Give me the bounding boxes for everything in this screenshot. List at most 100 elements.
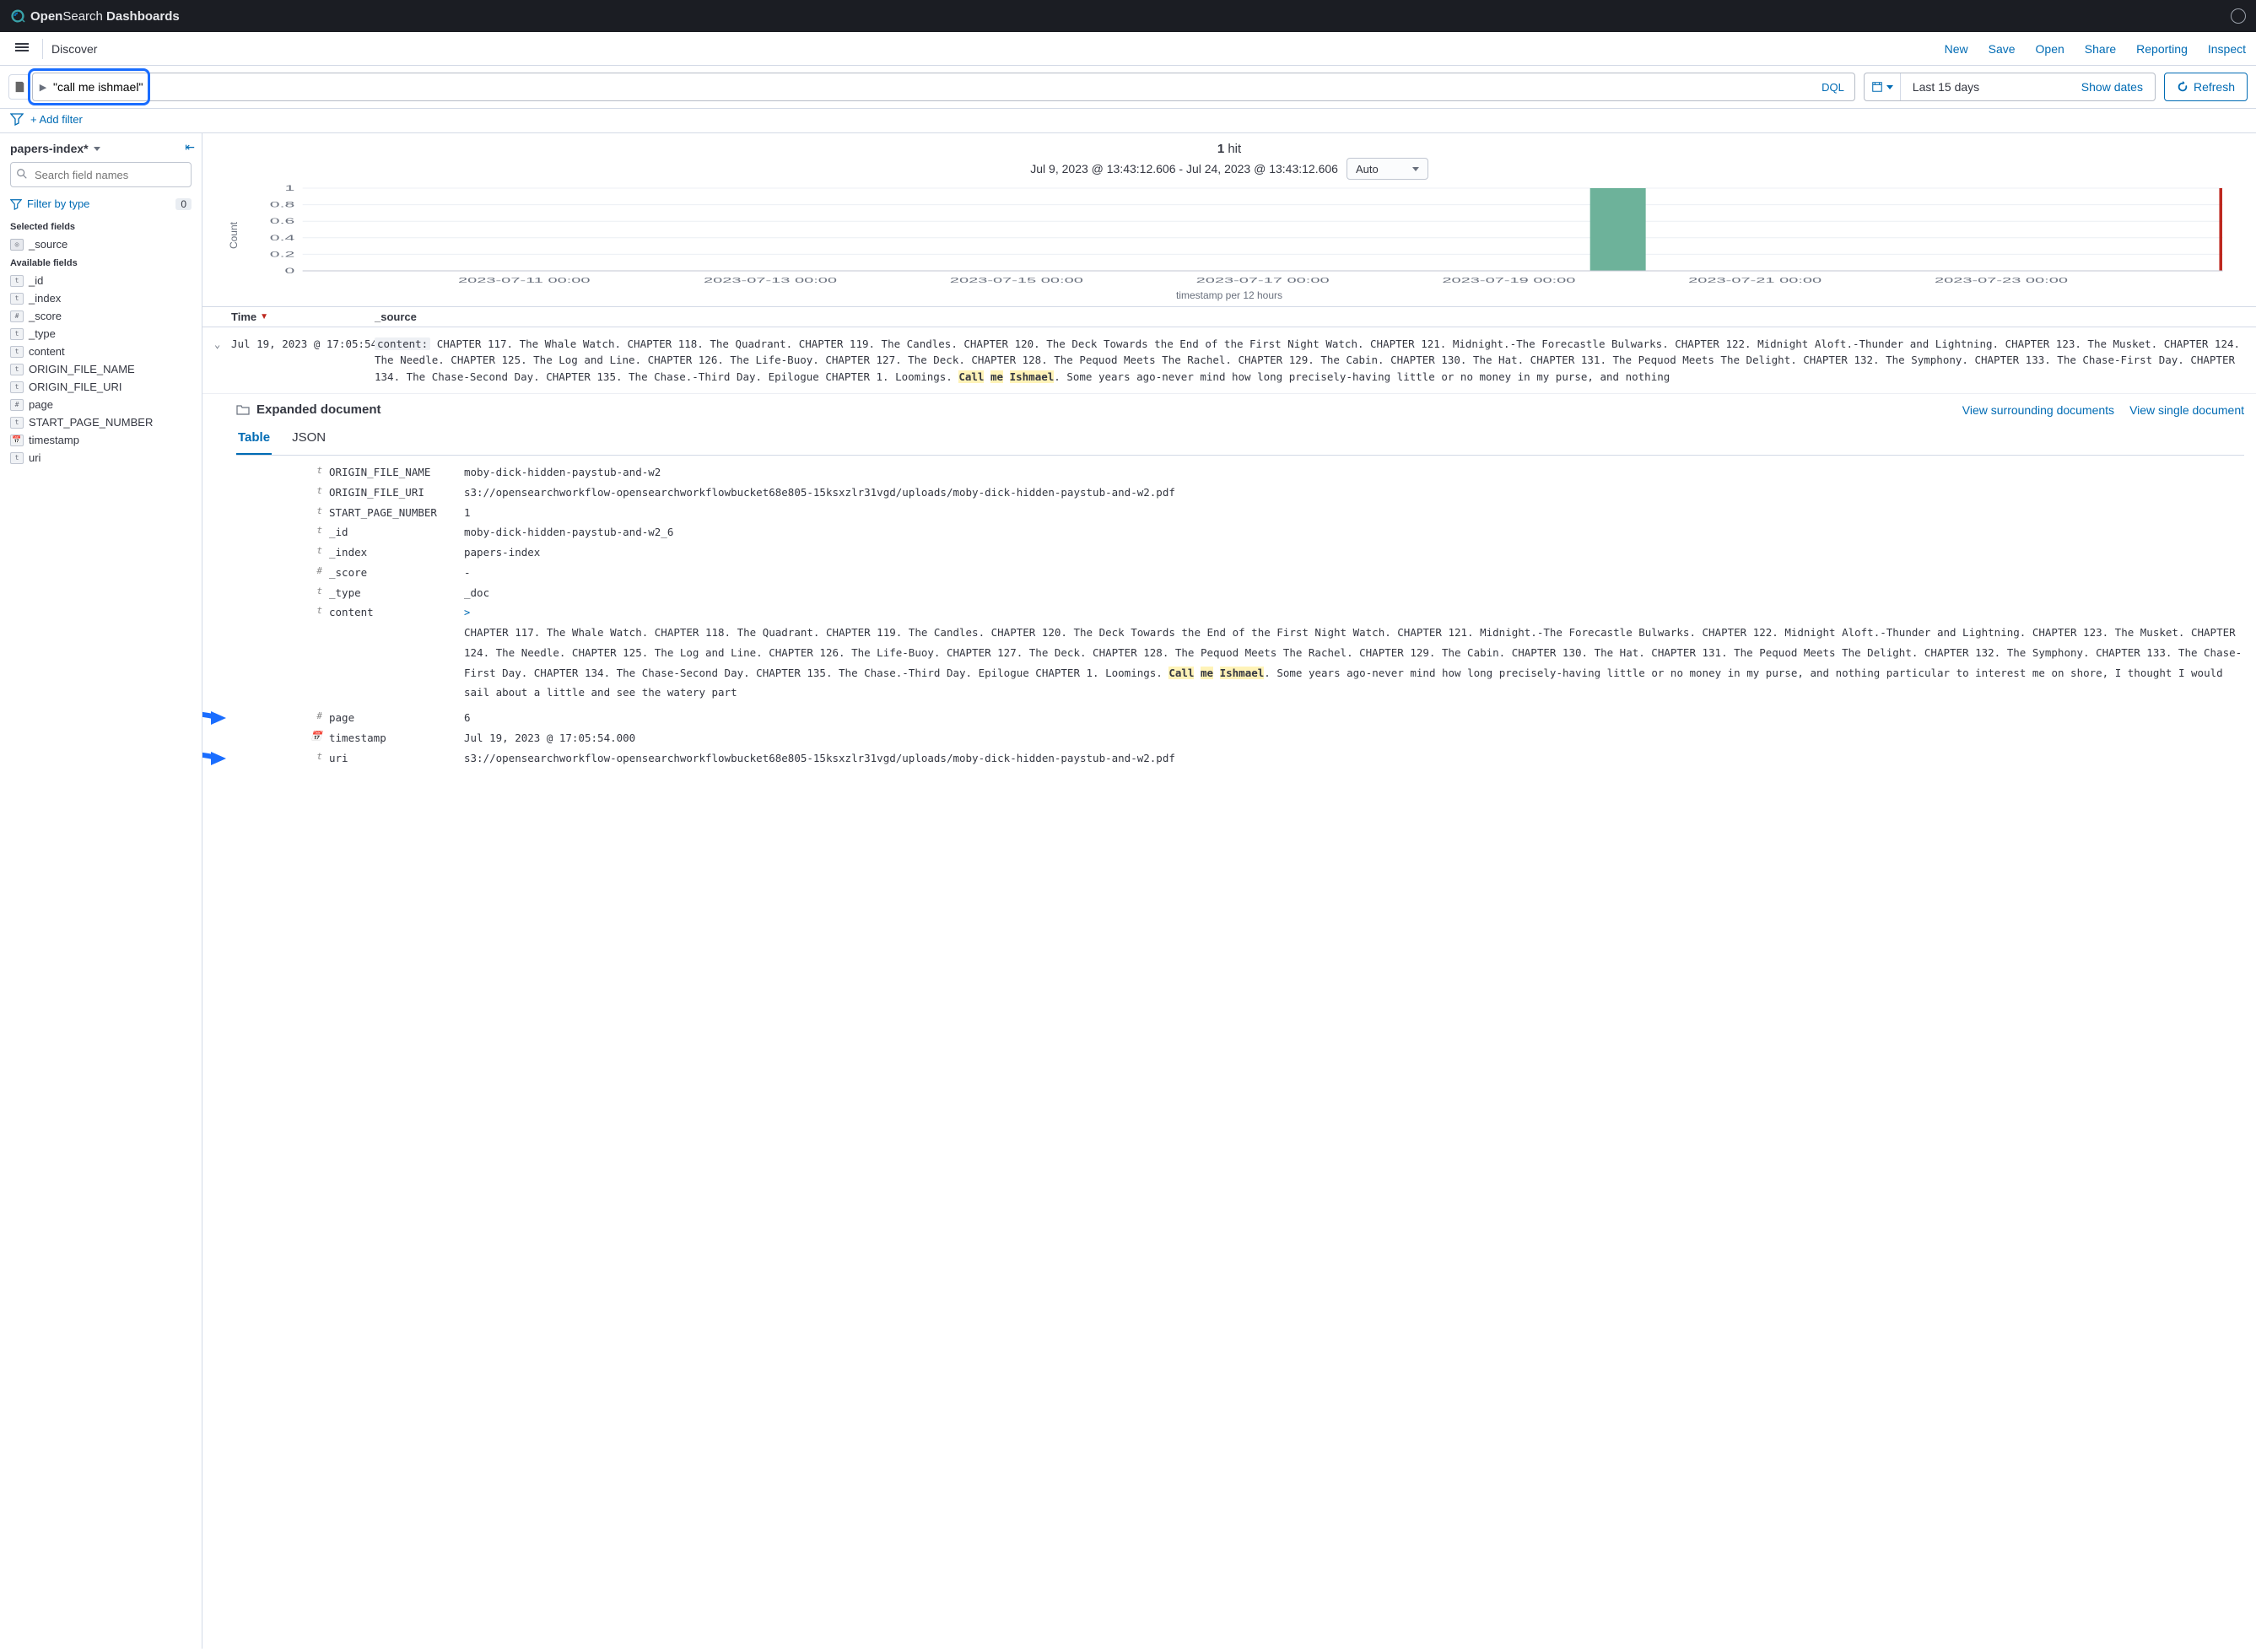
- field-row: tORIGIN_FILE_URIs3://opensearchworkflow-…: [236, 483, 2244, 503]
- field-type-icon: #: [10, 399, 24, 411]
- field-value: papers-index: [464, 543, 2244, 563]
- field-item[interactable]: 📅timestamp: [10, 431, 192, 449]
- field-item[interactable]: t_id: [10, 272, 192, 289]
- index-pattern-picker[interactable]: papers-index*: [10, 142, 192, 155]
- field-value: s3://opensearchworkflow-opensearchworkfl…: [464, 748, 2244, 769]
- field-value: 1: [464, 503, 2244, 523]
- hamburger-icon: [15, 41, 29, 53]
- new-link[interactable]: New: [1945, 42, 1968, 56]
- x-axis-label: timestamp per 12 hours: [202, 289, 2256, 301]
- interval-select[interactable]: Auto: [1347, 158, 1428, 180]
- svg-text:2023-07-13 00:00: 2023-07-13 00:00: [704, 277, 837, 284]
- date-range-display[interactable]: Last 15 days: [1901, 80, 2070, 94]
- field-type-label: t: [236, 748, 329, 769]
- field-search-input[interactable]: [10, 162, 192, 187]
- field-name: _source: [29, 238, 67, 251]
- svg-text:2023-07-19 00:00: 2023-07-19 00:00: [1442, 277, 1575, 284]
- sort-desc-icon: ▼: [260, 312, 268, 321]
- reporting-link[interactable]: Reporting: [2136, 42, 2188, 56]
- field-row: tSTART_PAGE_NUMBER1: [236, 503, 2244, 523]
- field-name: page: [29, 398, 53, 411]
- global-header: OpenSearch Dashboards: [0, 0, 2256, 32]
- field-type-label: t: [236, 543, 329, 563]
- column-time[interactable]: Time ▼: [231, 310, 375, 323]
- show-dates-link[interactable]: Show dates: [2070, 80, 2155, 94]
- search-icon: [16, 168, 28, 180]
- filter-options-icon[interactable]: [10, 112, 24, 126]
- query-chevron-icon[interactable]: ▶: [33, 82, 53, 93]
- field-item[interactable]: turi: [10, 449, 192, 467]
- field-row: 📅timestampJul 19, 2023 @ 17:05:54.000: [236, 728, 2244, 748]
- doc-source-cell: content: CHAPTER 117. The Whale Watch. C…: [375, 336, 2244, 385]
- field-value-long: CHAPTER 117. The Whale Watch. CHAPTER 11…: [464, 623, 2244, 708]
- tab-json[interactable]: JSON: [290, 424, 327, 455]
- svg-text:0.4: 0.4: [270, 234, 294, 242]
- field-item[interactable]: tSTART_PAGE_NUMBER: [10, 413, 192, 431]
- help-icon[interactable]: [2231, 8, 2246, 24]
- field-value: moby-dick-hidden-paystub-and-w2: [464, 462, 2244, 483]
- field-table: tORIGIN_FILE_NAMEmoby-dick-hidden-paystu…: [236, 462, 2244, 768]
- view-single-link[interactable]: View single document: [2129, 403, 2244, 417]
- doc-row: ⌄ Jul 19, 2023 @ 17:05:54.000 content: C…: [202, 327, 2256, 394]
- nav-toggle-button[interactable]: [10, 38, 34, 59]
- save-link[interactable]: Save: [1989, 42, 2016, 56]
- share-link[interactable]: Share: [2085, 42, 2116, 56]
- field-item[interactable]: tORIGIN_FILE_NAME: [10, 360, 192, 378]
- field-item[interactable]: t_type: [10, 325, 192, 343]
- histogram-chart: Count 00.20.40.60.812023-07-11 00:002023…: [202, 185, 2256, 286]
- chart-canvas[interactable]: 00.20.40.60.812023-07-11 00:002023-07-13…: [243, 185, 2231, 286]
- quick-select-button[interactable]: [1865, 73, 1901, 100]
- expand-toggle[interactable]: ⌄: [214, 336, 231, 385]
- index-pattern-label: papers-index*: [10, 142, 89, 155]
- svg-text:2023-07-21 00:00: 2023-07-21 00:00: [1688, 277, 1822, 284]
- field-item[interactable]: tORIGIN_FILE_URI: [10, 378, 192, 396]
- field-key: timestamp: [329, 728, 464, 748]
- query-bar: ▶ DQL Last 15 days Show dates Refresh: [0, 66, 2256, 109]
- available-fields-heading: Available fields: [10, 258, 192, 268]
- field-type-icon: t: [10, 452, 24, 464]
- main-layout: ⇤ papers-index* Filter by type 0 Selecte…: [0, 133, 2256, 1649]
- field-type-label: t: [236, 602, 329, 623]
- field-item[interactable]: # page: [10, 396, 192, 413]
- svg-text:2023-07-17 00:00: 2023-07-17 00:00: [1196, 277, 1330, 284]
- field-item[interactable]: tcontent: [10, 343, 192, 360]
- field-type-icon: t: [10, 417, 24, 429]
- search-input[interactable]: [53, 73, 1811, 100]
- doc-table-header: Time ▼ _source: [202, 306, 2256, 327]
- refresh-button[interactable]: Refresh: [2164, 73, 2248, 101]
- saved-queries-button[interactable]: [8, 74, 30, 100]
- field-type-icon: t: [10, 275, 24, 287]
- field-row: t_indexpapers-index: [236, 543, 2244, 563]
- selected-fields-heading: Selected fields: [10, 222, 192, 232]
- field-name: _score: [29, 310, 62, 322]
- expanded-tabs: Table JSON: [236, 424, 2244, 456]
- filter-by-type-button[interactable]: Filter by type 0: [10, 194, 192, 217]
- open-link[interactable]: Open: [2036, 42, 2064, 56]
- expanded-header: Expanded document View surrounding docum…: [236, 402, 2244, 417]
- field-item[interactable]: t_index: [10, 289, 192, 307]
- field-item[interactable]: ◎_source: [10, 235, 192, 253]
- field-name: _type: [29, 327, 56, 340]
- doc-time-cell: Jul 19, 2023 @ 17:05:54.000: [231, 336, 375, 385]
- add-filter-button[interactable]: + Add filter: [30, 113, 83, 126]
- collapse-sidebar-button[interactable]: ⇤: [185, 140, 195, 154]
- field-type-icon: 📅: [10, 435, 24, 446]
- dql-toggle[interactable]: DQL: [1811, 81, 1854, 94]
- field-row: tcontent>: [236, 602, 2244, 623]
- product-logo[interactable]: OpenSearch Dashboards: [10, 8, 180, 24]
- collapse-toggle[interactable]: >: [464, 607, 470, 618]
- tab-table[interactable]: Table: [236, 424, 272, 455]
- field-type-label: #: [236, 563, 329, 583]
- column-source[interactable]: _source: [375, 310, 417, 323]
- time-range-row: Jul 9, 2023 @ 13:43:12.606 - Jul 24, 202…: [202, 158, 2256, 180]
- svg-text:1: 1: [284, 185, 294, 192]
- inspect-link[interactable]: Inspect: [2208, 42, 2246, 56]
- field-item[interactable]: #_score: [10, 307, 192, 325]
- content-area: 1 hit Jul 9, 2023 @ 13:43:12.606 - Jul 2…: [202, 133, 2256, 1649]
- field-key: _id: [329, 522, 464, 543]
- chevron-down-icon: [1412, 167, 1419, 171]
- view-surrounding-link[interactable]: View surrounding documents: [1962, 403, 2114, 417]
- svg-text:0.2: 0.2: [270, 251, 294, 259]
- field-name: uri: [29, 451, 40, 464]
- field-row: t_type_doc: [236, 583, 2244, 603]
